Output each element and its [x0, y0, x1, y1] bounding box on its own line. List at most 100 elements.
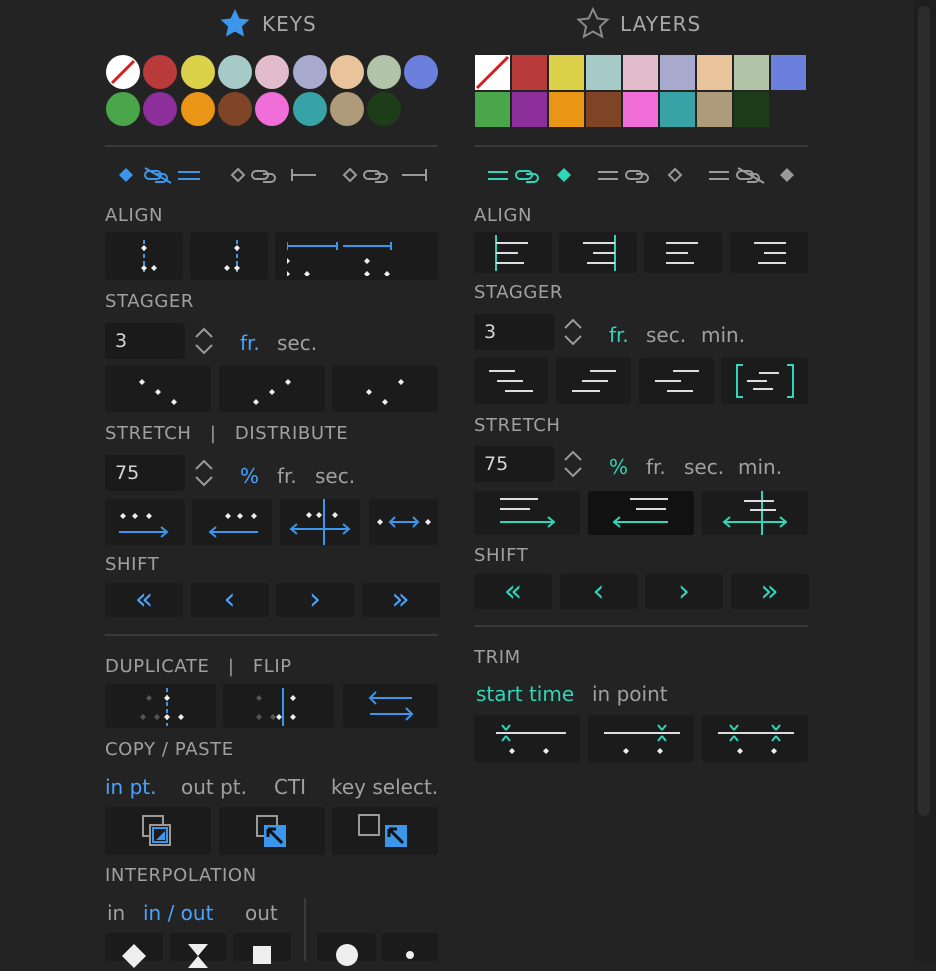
layers-stagger-unit-min[interactable]: min.	[701, 323, 745, 347]
layers-stagger-down-button[interactable]	[474, 358, 548, 404]
keys-stretch-input[interactable]: 75	[105, 455, 185, 491]
layers-mode-in-icon[interactable]	[598, 163, 688, 187]
keys-align-top-button[interactable]	[275, 232, 438, 280]
layers-swatch[interactable]	[660, 92, 695, 127]
keys-swatch[interactable]	[255, 55, 290, 89]
layers-trim-start-time-option[interactable]: start time	[476, 682, 574, 706]
keys-paste-replace-button[interactable]	[332, 807, 438, 855]
layers-shift-right-button[interactable]: ›	[645, 574, 723, 609]
keys-distribute-button[interactable]	[369, 499, 438, 545]
layers-stagger-bracket-button[interactable]	[721, 358, 808, 404]
layers-swatch[interactable]	[512, 55, 547, 90]
keys-paste-button[interactable]	[219, 807, 325, 855]
layers-swatch[interactable]	[586, 55, 621, 90]
layers-swatch[interactable]	[697, 92, 732, 127]
keys-swatch[interactable]	[217, 92, 252, 126]
keys-interp-bezier-button[interactable]	[317, 933, 376, 966]
keys-stretch-left-button[interactable]	[192, 499, 272, 545]
keys-stagger-up-button[interactable]	[219, 366, 325, 412]
keys-interp-hold-hourglass-button[interactable]	[170, 933, 226, 968]
keys-swatch[interactable]	[329, 92, 364, 126]
keys-swatch[interactable]	[292, 92, 327, 126]
keys-duplicate-right-button[interactable]	[223, 684, 334, 728]
keys-stretch-right-button[interactable]	[105, 499, 185, 545]
layers-stagger-unit-fr[interactable]: fr.	[609, 323, 629, 347]
layers-swatch[interactable]	[771, 55, 806, 90]
keys-stagger-unit-sec[interactable]: sec.	[277, 331, 317, 355]
keys-interp-linear-button[interactable]	[105, 933, 163, 968]
keys-swatch[interactable]	[106, 92, 140, 126]
layers-stagger-unit-sec[interactable]: sec.	[646, 323, 686, 347]
layers-stretch-input[interactable]: 75	[474, 446, 554, 482]
layers-swatch[interactable]	[549, 92, 584, 127]
layers-swatch[interactable]	[734, 92, 769, 127]
layers-swatch[interactable]	[475, 92, 510, 127]
keys-stretch-unit-fr[interactable]: fr.	[277, 464, 297, 488]
layers-stretch-left-button[interactable]	[588, 491, 694, 535]
keys-swatch[interactable]	[292, 55, 327, 89]
keys-duplicate-left-button[interactable]	[105, 684, 216, 728]
keys-align-right-button[interactable]	[190, 232, 268, 280]
layers-swatch[interactable]	[512, 92, 547, 127]
layers-stretch-unit-fr[interactable]: fr.	[646, 455, 666, 479]
keys-stagger-input[interactable]: 3	[105, 323, 185, 359]
layers-stretch-unit-min[interactable]: min.	[738, 455, 782, 479]
keys-align-left-button[interactable]	[105, 232, 183, 280]
keys-stretch-center-button[interactable]	[280, 499, 360, 545]
layers-swatch[interactable]	[660, 55, 695, 90]
layers-stretch-unit-sec[interactable]: sec.	[684, 455, 724, 479]
layers-swatch[interactable]	[697, 55, 732, 90]
layers-stretch-unit-percent[interactable]: %	[609, 455, 628, 479]
layers-stretch-stepper-icon[interactable]	[563, 449, 583, 479]
keys-stagger-unit-fr[interactable]: fr.	[240, 331, 260, 355]
layers-align-out-right-button[interactable]	[559, 232, 637, 273]
layers-shift-left-button[interactable]: ‹	[559, 574, 638, 609]
layers-swatch[interactable]	[623, 55, 658, 90]
keys-mode-end-icon[interactable]	[340, 163, 430, 187]
layers-trim-out-button[interactable]	[588, 715, 694, 762]
layers-trim-in-button[interactable]	[474, 715, 580, 762]
keys-paste-key-select-option[interactable]: key select.	[331, 775, 438, 799]
layers-stagger-input[interactable]: 3	[474, 314, 554, 350]
keys-stagger-stepper-icon[interactable]	[194, 326, 214, 356]
keys-shift-right-button[interactable]: ›	[276, 583, 354, 617]
keys-swatch[interactable]	[404, 55, 439, 89]
keys-stretch-stepper-icon[interactable]	[194, 458, 214, 488]
layers-stagger-center-button[interactable]	[639, 358, 714, 404]
layers-shift-far-left-button[interactable]: «	[474, 574, 552, 609]
layers-stretch-right-button[interactable]	[474, 491, 580, 535]
layers-align-in-left-button[interactable]	[474, 232, 552, 273]
layers-swatch[interactable]	[623, 92, 658, 127]
keys-stretch-unit-sec[interactable]: sec.	[315, 464, 355, 488]
keys-stagger-down-button[interactable]	[105, 366, 211, 412]
keys-paste-in-point-option[interactable]: in pt.	[105, 775, 156, 799]
keys-swatch[interactable]	[367, 55, 402, 89]
keys-stretch-unit-percent[interactable]: %	[240, 464, 259, 488]
layers-swatch[interactable]	[586, 92, 621, 127]
layers-swatch[interactable]	[549, 55, 584, 90]
keys-interp-out-option[interactable]: out	[245, 901, 278, 925]
keys-swatch[interactable]	[255, 92, 290, 126]
keys-swatch[interactable]	[217, 55, 252, 89]
layers-stagger-up-button[interactable]	[556, 358, 631, 404]
keys-mode-start-icon[interactable]	[228, 163, 318, 187]
scrollbar-track[interactable]	[914, 0, 936, 961]
layers-trim-in-point-option[interactable]: in point	[592, 682, 668, 706]
layers-mode-unlinked-icon[interactable]	[709, 163, 799, 187]
keys-paste-cti-option[interactable]: CTI	[274, 775, 306, 799]
keys-swatch[interactable]	[367, 92, 402, 126]
keys-interp-in-option[interactable]: in	[107, 901, 125, 925]
keys-shift-far-left-button[interactable]: «	[105, 583, 183, 617]
keys-interp-in-out-option[interactable]: in / out	[143, 901, 213, 925]
layers-align-right-button[interactable]	[730, 232, 808, 273]
keys-shift-far-right-button[interactable]: »	[361, 583, 440, 617]
keys-stagger-center-button[interactable]	[332, 366, 438, 412]
layers-stretch-center-button[interactable]	[702, 491, 808, 535]
layers-mode-linked-icon[interactable]	[488, 163, 578, 187]
keys-flip-button[interactable]	[343, 684, 438, 728]
layers-swatch-none[interactable]	[475, 55, 510, 90]
scrollbar-thumb[interactable]	[918, 6, 930, 816]
keys-swatch[interactable]	[180, 55, 215, 89]
keys-interp-roving-button[interactable]	[382, 933, 438, 961]
keys-paste-out-point-option[interactable]: out pt.	[181, 775, 247, 799]
